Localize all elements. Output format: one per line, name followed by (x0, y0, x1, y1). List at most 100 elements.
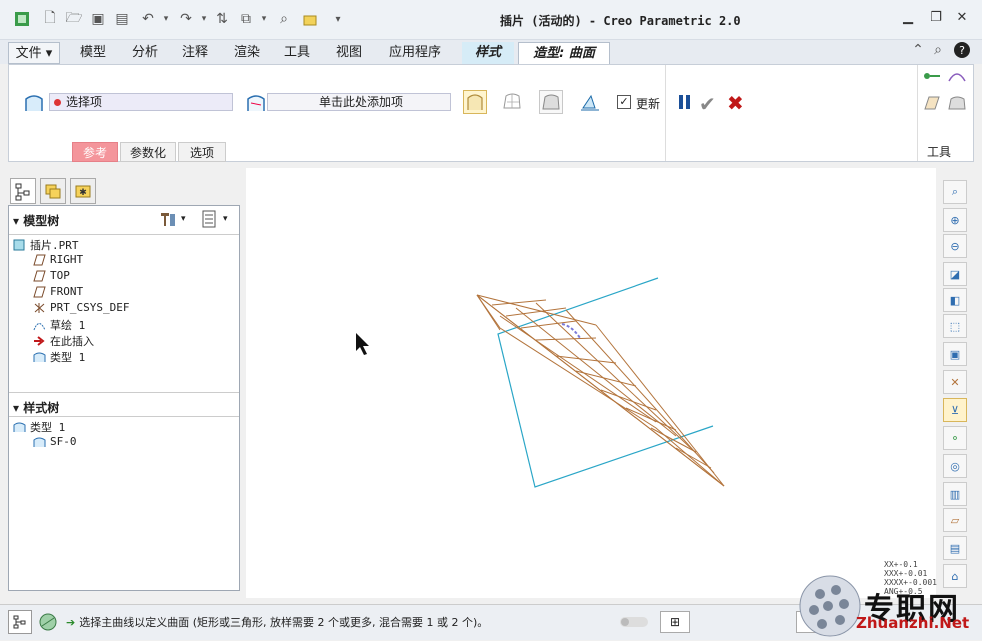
display-style-icon[interactable]: ◧ (943, 288, 967, 312)
mesh-surface-icon[interactable] (501, 90, 525, 114)
svg-text:?: ? (959, 44, 965, 57)
saved-views-icon[interactable]: ⬚ (943, 314, 967, 338)
tree-item-label: FRONT (50, 285, 84, 298)
spin-center-icon[interactable]: ⊻ (943, 398, 967, 422)
minimize-button[interactable]: ▁ (898, 10, 918, 28)
section-icon[interactable]: ▥ (943, 482, 967, 506)
tab-analysis[interactable]: 分析 (124, 42, 166, 64)
plane-display-icon[interactable]: ▱ (943, 508, 967, 532)
graphics-window[interactable]: XX+-0.1 XXX+-0.01 XXXX+-0.001 ANG+-0.5 (246, 168, 937, 598)
view-manager-icon[interactable]: ▣ (943, 342, 967, 366)
tab-model[interactable]: 模型 (72, 42, 114, 64)
windows-icon[interactable]: ⧉ (236, 9, 256, 29)
pause-button[interactable] (677, 93, 693, 114)
new-file-icon[interactable]: 🗋 (40, 9, 60, 29)
mouse-cursor-icon (356, 333, 369, 355)
tab-style-surface[interactable]: 造型: 曲面 (518, 42, 610, 64)
search-help-icon[interactable]: ⌕ (928, 40, 948, 60)
tree-item-front[interactable]: FRONT (33, 285, 83, 298)
surface-mesh (476, 294, 725, 487)
tree-item-top[interactable]: TOP (33, 269, 70, 282)
curve-edit-icon[interactable] (947, 67, 967, 88)
update-checkbox[interactable]: ✓ (617, 95, 631, 109)
curve-tool-icon[interactable] (923, 69, 941, 86)
insert-arrow-icon (33, 335, 46, 347)
style-tree-item-type[interactable]: 类型 1 (13, 419, 65, 435)
part-icon (13, 239, 26, 251)
model-tree-header[interactable]: ▾ 模型树 (13, 212, 59, 229)
zoom-in-icon[interactable]: ⊕ (943, 208, 967, 232)
zoom-out-icon[interactable]: ⊖ (943, 234, 967, 258)
mesh-shaded-button[interactable] (539, 90, 563, 114)
print-icon[interactable]: ▤ (112, 9, 132, 29)
plane-icon[interactable] (923, 95, 941, 114)
customize-toolbar-icon[interactable]: ▾ (328, 9, 348, 29)
redo-icon[interactable]: ↷ (176, 9, 196, 29)
refit-icon[interactable]: ⌕ (943, 180, 967, 204)
tree-item-right[interactable]: RIGHT (33, 253, 83, 266)
add-item-field[interactable]: 单击此处添加项 (267, 93, 451, 111)
close-button[interactable]: ✕ (952, 10, 972, 28)
toggle-navigator-icon[interactable] (8, 610, 32, 634)
select-field-text: 选择项 (66, 95, 103, 109)
search-icon[interactable]: ⌕ (274, 9, 294, 29)
help-icon[interactable]: ? (952, 40, 972, 60)
progress-toggle[interactable] (620, 617, 648, 627)
show-icon[interactable] (201, 210, 217, 231)
tab-style[interactable]: 样式 (462, 42, 514, 64)
save-icon[interactable]: ▣ (88, 9, 108, 29)
restore-button[interactable]: ❐ (926, 10, 946, 28)
regenerate-icon[interactable]: ⇅ (212, 9, 232, 29)
cancel-button[interactable]: ✖ (727, 91, 744, 115)
model-tree-tab[interactable] (10, 178, 36, 204)
tree-divider (9, 392, 239, 393)
tab-render[interactable]: 渲染 (226, 42, 268, 64)
undo-dropdown-icon[interactable]: ▾ (156, 9, 176, 29)
surface-tool-icon[interactable] (947, 95, 967, 114)
tab-tools[interactable]: 工具 (276, 42, 318, 64)
layer-icon[interactable]: ▤ (943, 536, 967, 560)
repaint-icon[interactable]: ◪ (943, 262, 967, 286)
tree-settings-icon[interactable] (159, 210, 177, 231)
open-file-icon[interactable]: 🗁 (64, 9, 84, 29)
tree-item-style[interactable]: 类型 1 (33, 349, 85, 365)
folder-browser-tab[interactable] (40, 178, 66, 204)
style-tree-item-surface[interactable]: SF-0 (33, 435, 77, 448)
browser-toggle-icon[interactable] (36, 610, 60, 634)
style-tree-header[interactable]: ▾ 样式树 (13, 399, 59, 416)
tree-item-label: TOP (50, 269, 70, 282)
favorites-tab[interactable]: ✱ (70, 178, 96, 204)
status-arrow-icon: ➔ (66, 615, 76, 629)
tree-settings-dropdown-icon[interactable]: ▾ (181, 214, 186, 224)
tab-annotate[interactable]: 注释 (174, 42, 216, 64)
show-dropdown-icon[interactable]: ▾ (223, 214, 228, 224)
tree-panel: ▾ 模型树 ▾ ▾ 插片.PRT RIGHT TOP FRONT PRT_CSY… (8, 205, 240, 591)
find-icon[interactable]: ⊞ (660, 611, 690, 633)
apply-button[interactable]: ✔ (699, 92, 716, 116)
model-tree-title: 模型树 (23, 214, 60, 228)
collapse-ribbon-icon[interactable]: ⌃ (908, 40, 928, 60)
style-feature-icon (33, 351, 46, 363)
tree-item-insert-here[interactable]: 在此插入 (33, 333, 94, 349)
subtab-parametric[interactable]: 参数化 (120, 142, 176, 162)
select-field[interactable]: 选择项 (49, 93, 233, 111)
tree-item-part[interactable]: 插片.PRT (13, 237, 79, 253)
analysis-icon[interactable] (579, 90, 603, 114)
windows-dropdown-icon[interactable]: ▾ (254, 9, 274, 29)
annotation-display-icon[interactable]: ◎ (943, 454, 967, 478)
tab-applications[interactable]: 应用程序 (378, 42, 452, 64)
tab-file[interactable]: 文件 ▾ (8, 42, 60, 64)
curve-icon[interactable]: ⚬ (943, 426, 967, 450)
subtab-references[interactable]: 参考 (72, 142, 118, 162)
redo-dropdown-icon[interactable]: ▾ (194, 9, 214, 29)
tree-item-csys[interactable]: PRT_CSYS_DEF (33, 301, 129, 314)
close-window-icon[interactable] (300, 9, 320, 29)
tree-item-label: 插片.PRT (30, 239, 79, 252)
subtab-options[interactable]: 选项 (178, 142, 226, 162)
surface-type-button[interactable] (463, 90, 487, 114)
tab-view[interactable]: 视图 (328, 42, 370, 64)
datum-plane-icon (33, 270, 46, 282)
undo-icon[interactable]: ↶ (138, 9, 158, 29)
tree-item-sketch[interactable]: 草绘 1 (33, 317, 85, 333)
datum-display-icon[interactable]: ✕ (943, 370, 967, 394)
